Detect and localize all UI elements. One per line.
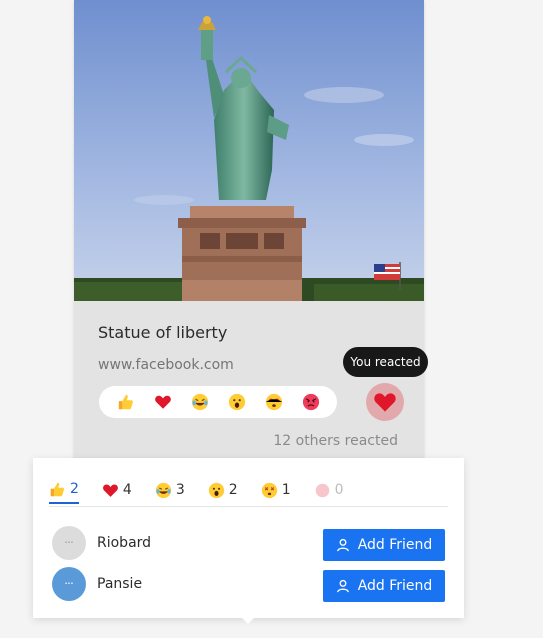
post-image: [74, 0, 424, 301]
you-reacted-tooltip: You reacted: [343, 347, 428, 377]
post-card: Statue of liberty www.facebook.com 12 ot…: [74, 0, 424, 470]
tab-count: 3: [175, 482, 185, 498]
reaction-picker: [99, 386, 337, 418]
list-item: ••• Pansie: [52, 567, 142, 601]
avatar: •••: [52, 526, 86, 560]
user-icon: [336, 579, 349, 593]
reactions-popup: 2 4 3 2 1 0 ••• Riobard Add Friend ••• P…: [33, 458, 464, 618]
heart-icon: [374, 393, 396, 412]
post-url[interactable]: www.facebook.com: [98, 357, 234, 373]
reaction-tabs: 2 4 3 2 1 0: [49, 476, 448, 507]
user-icon: [336, 538, 349, 552]
thumbs-up-icon: [50, 482, 65, 496]
dizzy-face-icon[interactable]: [265, 393, 283, 411]
others-reacted-count[interactable]: 12 others reacted: [273, 433, 398, 449]
tab-count: 2: [70, 481, 79, 497]
add-friend-button[interactable]: Add Friend: [323, 529, 445, 561]
tab-angry[interactable]: 0: [314, 476, 344, 504]
angry-face-icon: [315, 483, 329, 497]
surprised-icon[interactable]: [228, 393, 246, 411]
avatar: •••: [52, 567, 86, 601]
surprised-icon: [208, 482, 224, 498]
tab-count: 0: [334, 482, 344, 498]
tab-count: 4: [122, 482, 132, 498]
laughing-icon[interactable]: [191, 393, 209, 411]
heart-icon: [103, 484, 118, 497]
post-title: Statue of liberty: [98, 323, 228, 342]
popup-caret: [241, 617, 255, 624]
add-friend-label: Add Friend: [357, 537, 433, 553]
dizzy-face-icon: [261, 482, 277, 498]
user-name[interactable]: Pansie: [97, 576, 142, 592]
user-name[interactable]: Riobard: [97, 535, 151, 551]
add-friend-button[interactable]: Add Friend: [323, 570, 445, 602]
reacted-heart-button[interactable]: [366, 383, 404, 421]
tab-thumbs-up[interactable]: 2: [49, 476, 79, 504]
heart-icon[interactable]: [154, 393, 172, 411]
tab-heart[interactable]: 4: [102, 476, 132, 504]
list-item: ••• Riobard: [52, 526, 151, 560]
tab-laughing[interactable]: 3: [155, 476, 185, 504]
laughing-icon: [155, 482, 171, 498]
angry-face-icon[interactable]: [302, 393, 320, 411]
tab-dizzy[interactable]: 1: [261, 476, 291, 504]
thumbs-up-icon[interactable]: [117, 393, 135, 411]
tab-surprised[interactable]: 2: [208, 476, 238, 504]
add-friend-label: Add Friend: [357, 578, 433, 594]
tab-count: 1: [281, 482, 291, 498]
tab-count: 2: [228, 482, 238, 498]
